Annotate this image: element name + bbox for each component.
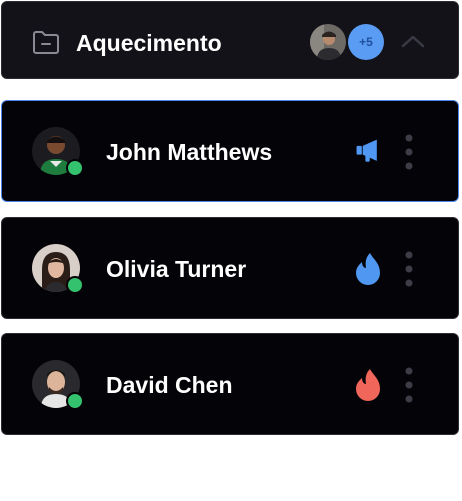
flame-icon[interactable] — [354, 252, 382, 286]
group-title: Aquecimento — [76, 30, 222, 56]
online-status-dot — [66, 276, 84, 294]
extra-members-badge[interactable]: +5 — [348, 24, 384, 60]
group-header[interactable]: Aquecimento +5 — [1, 1, 459, 79]
more-options-icon[interactable] — [402, 366, 416, 404]
contact-card[interactable]: David Chen — [1, 333, 459, 435]
contact-group-panel: Aquecimento +5 John Matthews Olivia Turn… — [0, 0, 462, 501]
contact-name: David Chen — [106, 372, 233, 398]
megaphone-icon[interactable] — [354, 137, 382, 167]
contact-card[interactable]: John Matthews — [1, 100, 459, 202]
chevron-up-icon[interactable] — [400, 32, 426, 50]
online-status-dot — [66, 159, 84, 177]
more-options-icon[interactable] — [402, 250, 416, 288]
contact-name: John Matthews — [106, 139, 273, 165]
contact-name: Olivia Turner — [106, 256, 247, 282]
contact-card[interactable]: Olivia Turner — [1, 217, 459, 319]
more-options-icon[interactable] — [402, 133, 416, 171]
folder-icon — [33, 31, 59, 54]
flame-icon[interactable] — [354, 368, 382, 402]
member-avatar — [310, 24, 346, 60]
online-status-dot — [66, 392, 84, 410]
